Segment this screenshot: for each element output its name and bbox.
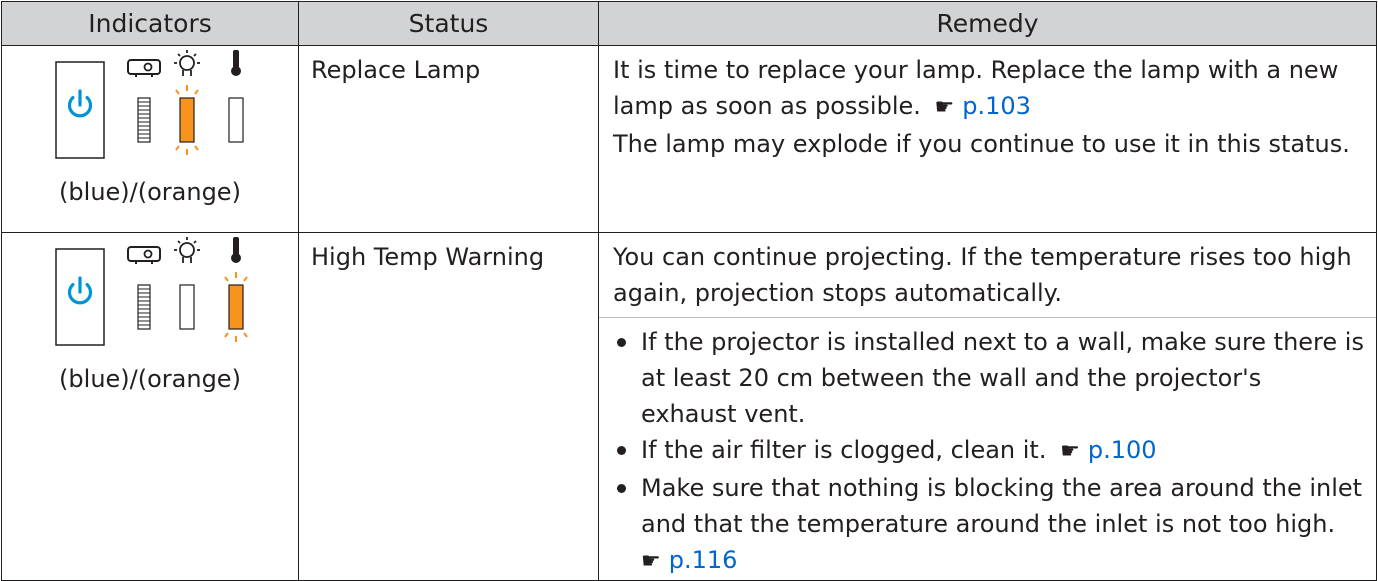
power-status-indicator [137, 97, 151, 143]
remedy-warning: The lamp may explode if you continue to … [613, 130, 1350, 158]
status-cell: Replace Lamp [298, 45, 599, 233]
indicator-panel-diagram [55, 237, 248, 346]
page-reference: ☛ p.100 [1054, 436, 1156, 464]
troubleshooting-table: Indicators Status Remedy (blue)/(orange)… [1, 1, 1377, 581]
list-item: If the air filter is clogged, clean it. … [613, 432, 1364, 470]
projector-icon [127, 59, 161, 77]
indicator-color-label: (blue)/(orange) [59, 178, 241, 206]
remedy-cell: It is time to replace your lamp. Replace… [598, 45, 1377, 233]
page-link-103[interactable]: p.103 [962, 92, 1031, 120]
remedy-bullet-list: If the projector is installed next to a … [613, 324, 1364, 580]
list-item: Make sure that nothing is blocking the a… [613, 470, 1364, 580]
thermometer-icon [231, 237, 241, 263]
divider [599, 317, 1376, 318]
remedy-intro: You can continue projecting. If the temp… [613, 243, 1352, 307]
projector-icon [127, 246, 161, 264]
page-link-100[interactable]: p.100 [1088, 436, 1157, 464]
lamp-indicator [179, 284, 195, 330]
pointing-hand-icon: ☛ [641, 549, 661, 574]
power-icon [55, 61, 105, 159]
page-reference: ☛ p.103 [929, 92, 1031, 120]
lamp-indicator-flashing [175, 85, 199, 155]
list-item: If the projector is installed next to a … [613, 324, 1364, 432]
header-indicators: Indicators [1, 1, 299, 46]
header-remedy: Remedy [598, 1, 1377, 46]
bullet-text: If the projector is installed next to a … [641, 328, 1364, 428]
table-row: (blue)/(orange) High Temp Warning You ca… [1, 232, 1377, 581]
lamp-icon [174, 50, 200, 76]
header-row: Indicators Status Remedy [1, 1, 1377, 46]
indicator-panel-diagram [55, 50, 244, 159]
header-status: Status [298, 1, 599, 46]
bullet-text: If the air filter is clogged, clean it. [641, 436, 1047, 464]
power-icon [55, 248, 105, 346]
status-cell: High Temp Warning [298, 232, 599, 581]
pointing-hand-icon: ☛ [934, 95, 955, 120]
thermometer-icon [231, 50, 241, 76]
power-status-indicator [137, 284, 151, 330]
lamp-icon [174, 237, 200, 263]
pointing-hand-icon: ☛ [1060, 439, 1080, 464]
remedy-cell: You can continue projecting. If the temp… [598, 232, 1377, 581]
indicator-cell: (blue)/(orange) [1, 45, 299, 233]
remedy-text: It is time to replace your lamp. Replace… [613, 52, 1364, 126]
temp-indicator [228, 97, 244, 143]
temp-indicator-flashing [224, 272, 248, 342]
indicator-cell: (blue)/(orange) [1, 232, 299, 581]
table-row: (blue)/(orange) Replace Lamp It is time … [1, 45, 1377, 233]
indicator-color-label: (blue)/(orange) [59, 365, 241, 393]
bullet-text: Make sure that nothing is blocking the a… [641, 474, 1363, 538]
